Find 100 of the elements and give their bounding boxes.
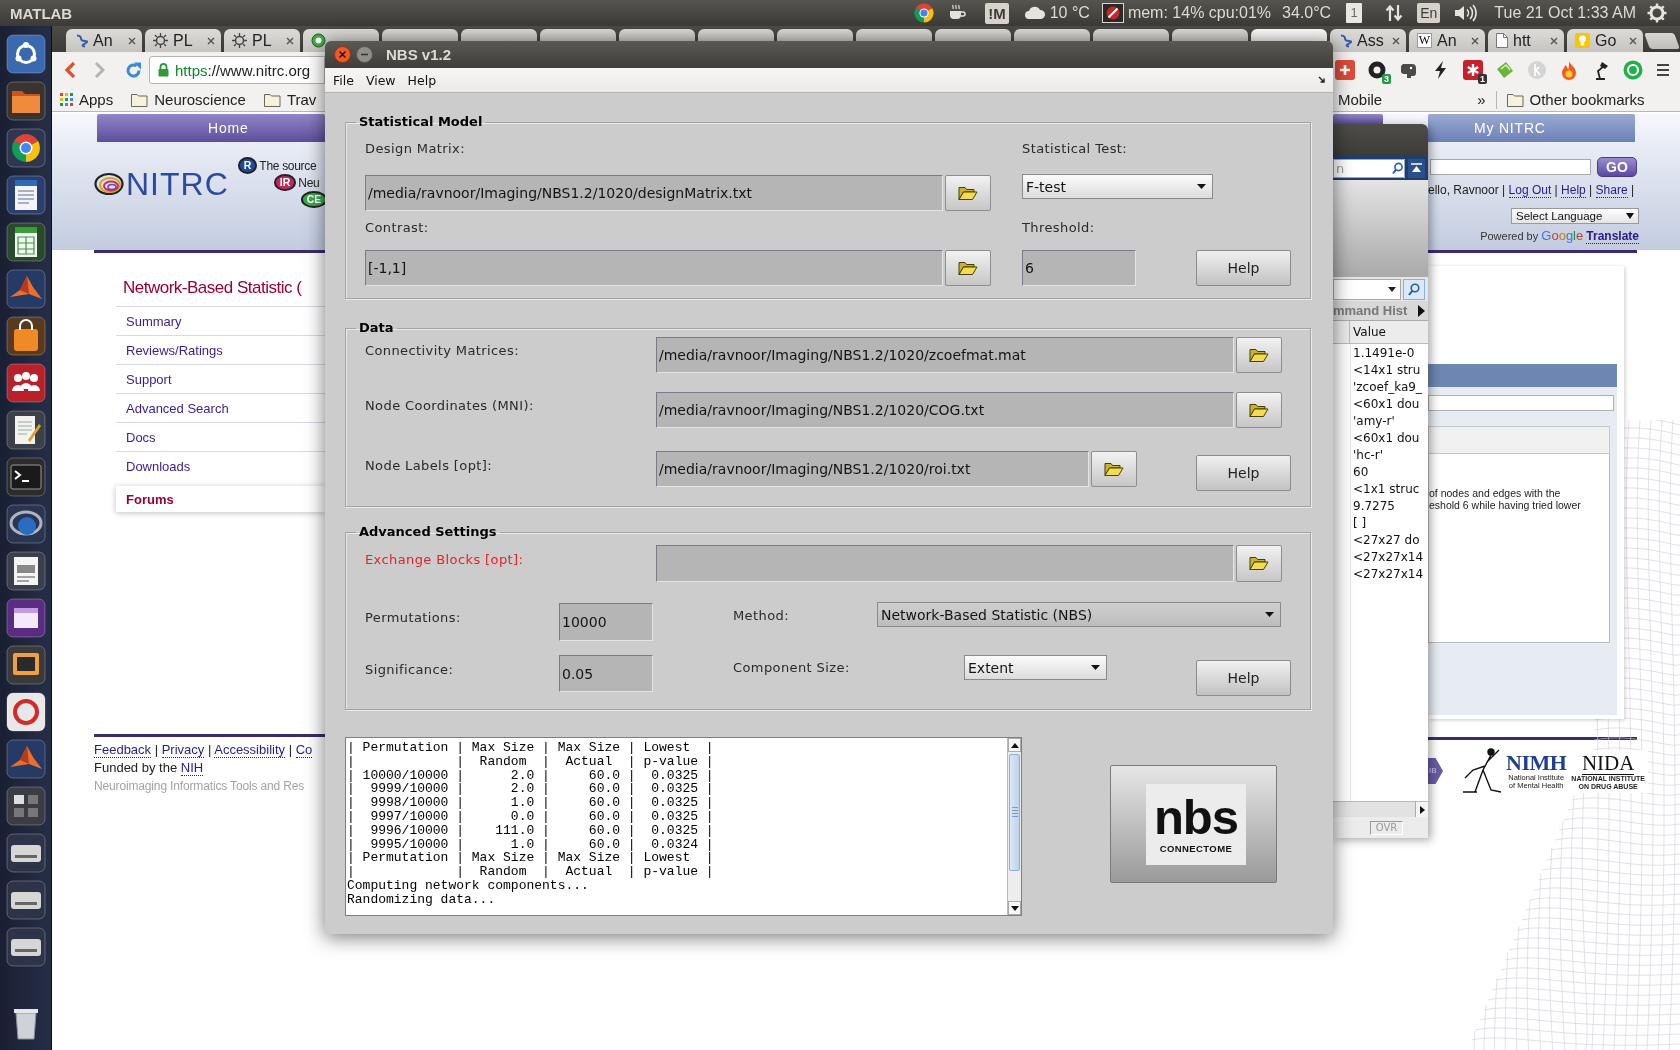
settings-icon[interactable] bbox=[1647, 3, 1667, 23]
back-icon[interactable] bbox=[63, 61, 77, 79]
input-field[interactable]: 10000 bbox=[559, 603, 653, 641]
clock[interactable]: Tue 21 Oct 1:33 AM bbox=[1494, 4, 1636, 22]
new-tab-button[interactable] bbox=[1644, 33, 1680, 49]
plus-icon[interactable] bbox=[1335, 60, 1355, 80]
close-icon[interactable] bbox=[1629, 36, 1637, 45]
search-button[interactable] bbox=[1403, 278, 1425, 300]
terminal-icon[interactable] bbox=[5, 457, 46, 497]
input-field[interactable]: [-1,1] bbox=[365, 250, 943, 286]
document-icon[interactable] bbox=[5, 175, 46, 215]
window-icon[interactable] bbox=[5, 598, 46, 638]
ring-icon[interactable] bbox=[5, 692, 46, 732]
project-menu-item[interactable]: Forums bbox=[116, 486, 325, 512]
path-field[interactable] bbox=[656, 545, 1234, 582]
peak-icon[interactable] bbox=[5, 269, 46, 309]
input-field[interactable] bbox=[1428, 395, 1614, 411]
blocked-icon[interactable] bbox=[1101, 3, 1124, 23]
close-icon[interactable] bbox=[207, 36, 215, 45]
drive-icon[interactable] bbox=[5, 880, 46, 920]
funder-link[interactable]: NIH bbox=[180, 760, 204, 776]
account-link[interactable]: Share bbox=[1595, 183, 1628, 198]
triangle-right-icon[interactable] bbox=[1418, 304, 1425, 317]
bookmark-item[interactable]: Neuroscience bbox=[131, 91, 246, 108]
language-select[interactable]: Select Language bbox=[1511, 208, 1639, 224]
footer-link[interactable]: Accessibility bbox=[214, 742, 285, 758]
indicator-button[interactable]: !M bbox=[985, 2, 1009, 24]
translate-link[interactable]: Translate bbox=[1586, 229, 1639, 244]
dropdown[interactable]: F-test bbox=[1022, 174, 1213, 199]
go-button[interactable]: GO bbox=[1597, 157, 1637, 177]
menu-icon[interactable] bbox=[1655, 62, 1671, 78]
footer-link[interactable]: Co bbox=[295, 742, 313, 758]
close-icon[interactable] bbox=[1392, 36, 1400, 45]
close-icon[interactable] bbox=[334, 46, 351, 63]
close-icon[interactable] bbox=[286, 36, 294, 45]
browser-tab[interactable]: W An bbox=[1409, 29, 1485, 52]
browser-tab[interactable]: Ass bbox=[1330, 29, 1406, 52]
account-link[interactable]: Log Out bbox=[1508, 183, 1552, 198]
bookmark-item[interactable]: Other bookmarks bbox=[1506, 91, 1645, 108]
notepad-icon[interactable] bbox=[5, 410, 46, 450]
bookmark-item[interactable]: Apps bbox=[60, 91, 114, 108]
browse-button[interactable] bbox=[1236, 545, 1282, 582]
menu-item[interactable]: File bbox=[333, 72, 354, 88]
arrow-icon[interactable] bbox=[1318, 76, 1326, 84]
address-field[interactable]: https://www.nitrc.org bbox=[149, 56, 325, 84]
browser-tab[interactable]: PL bbox=[224, 29, 300, 52]
more-bookmarks-button[interactable]: » bbox=[1477, 91, 1486, 108]
drive-icon[interactable] bbox=[5, 927, 46, 967]
help-button[interactable]: Help bbox=[1196, 455, 1291, 491]
workspace-icon[interactable] bbox=[5, 786, 46, 826]
cloud-icon[interactable] bbox=[1023, 5, 1046, 21]
nav-tab[interactable]: Home bbox=[97, 114, 325, 142]
collapse-button[interactable] bbox=[1408, 158, 1425, 178]
help-button[interactable]: Help bbox=[1196, 250, 1291, 286]
disc-icon[interactable] bbox=[1367, 60, 1387, 80]
search-field[interactable] bbox=[1430, 159, 1591, 175]
shopping-bag-icon[interactable] bbox=[5, 316, 46, 356]
search-field[interactable]: n bbox=[1333, 158, 1391, 178]
drive-icon[interactable] bbox=[5, 833, 46, 873]
menu-item[interactable]: Help bbox=[407, 72, 437, 88]
frame-icon[interactable] bbox=[5, 645, 46, 685]
browse-button[interactable] bbox=[1091, 451, 1137, 487]
nav-tab[interactable] bbox=[1333, 114, 1383, 124]
keyboard-layout-button[interactable]: En bbox=[1417, 3, 1441, 23]
bookmark-item[interactable]: Mobile bbox=[1338, 91, 1383, 108]
path-field[interactable]: /media/ravnoor/Imaging/NBS1.2/1020/roi.txt bbox=[656, 451, 1089, 487]
bookmark-item[interactable]: Trav bbox=[263, 91, 317, 108]
menu-item[interactable]: View bbox=[365, 72, 396, 88]
asterisk-icon[interactable] bbox=[1463, 60, 1483, 80]
browse-button[interactable] bbox=[1236, 337, 1282, 373]
close-icon[interactable] bbox=[1550, 36, 1558, 45]
browser-tab[interactable]: htt bbox=[1488, 29, 1564, 52]
footer-link[interactable]: Privacy bbox=[161, 742, 205, 758]
volume-icon[interactable] bbox=[1454, 3, 1478, 23]
scrollbar-thumb[interactable] bbox=[1009, 754, 1020, 871]
dropdown[interactable]: Extent bbox=[964, 655, 1107, 680]
path-field[interactable]: /media/ravnoor/Imaging/NBS1.2/1020/COG.txt bbox=[656, 392, 1234, 428]
dropdown-field[interactable] bbox=[1333, 278, 1401, 300]
reload-icon[interactable] bbox=[125, 61, 142, 79]
browser-icon[interactable] bbox=[914, 3, 935, 23]
account-link[interactable]: Help bbox=[1561, 183, 1586, 198]
browser-tab[interactable]: PL bbox=[145, 29, 221, 52]
flame-icon[interactable] bbox=[1559, 60, 1579, 80]
folder-icon[interactable] bbox=[5, 81, 46, 121]
input-field[interactable]: 6 bbox=[1022, 250, 1136, 286]
path-field[interactable]: /media/ravnoor/Imaging/NBS1.2/1020/designMatrix.txt bbox=[365, 175, 943, 211]
browse-button[interactable] bbox=[945, 175, 991, 211]
scroll-right-button[interactable] bbox=[1415, 802, 1428, 817]
help-button[interactable]: Help bbox=[1196, 660, 1291, 696]
peak-icon[interactable] bbox=[5, 739, 46, 779]
browse-button[interactable] bbox=[945, 250, 991, 286]
dropdown[interactable]: Network-Based Statistic (NBS) bbox=[877, 602, 1281, 627]
browse-button[interactable] bbox=[1236, 392, 1282, 428]
people-icon[interactable] bbox=[5, 363, 46, 403]
scroll-down-button[interactable] bbox=[1008, 901, 1021, 915]
browser-tab[interactable]: An bbox=[66, 29, 142, 52]
scroll-up-button[interactable] bbox=[1008, 738, 1021, 752]
logo-button[interactable]: nbs CONNECTOME bbox=[1110, 765, 1277, 883]
document-icon[interactable] bbox=[5, 551, 46, 591]
dash-icon[interactable] bbox=[5, 34, 46, 74]
